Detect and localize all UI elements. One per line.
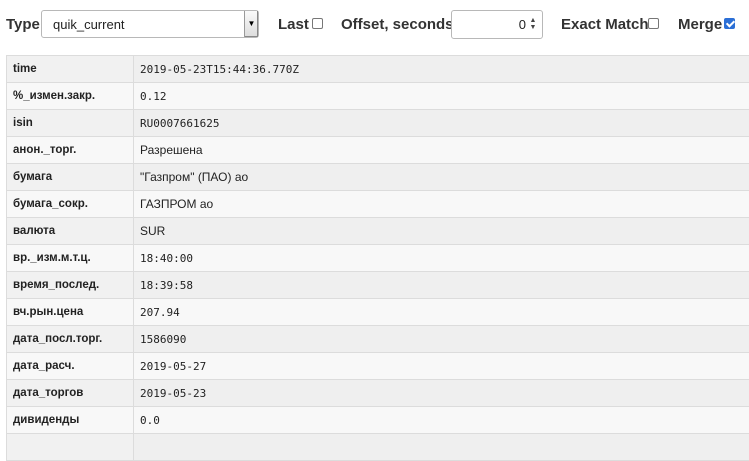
merge-checkbox[interactable] [724, 18, 735, 29]
row-key: дивиденды [7, 407, 134, 434]
type-select[interactable]: quik_current ▼ [41, 10, 259, 38]
row-value: ГАЗПРОМ ао [134, 191, 749, 218]
row-value: 207.94 [134, 299, 749, 326]
table-row: дивиденды0.0 [7, 407, 749, 434]
type-label: Type [6, 16, 40, 33]
row-key: валюта [7, 218, 134, 245]
row-value: 18:39:58 [134, 272, 749, 299]
row-key: вч.рын.цена [7, 299, 134, 326]
table-row: валютаSUR [7, 218, 749, 245]
row-key: дата_посл.торг. [7, 326, 134, 353]
row-value: 0.12 [134, 83, 749, 110]
table-row: вч.рын.цена207.94 [7, 299, 749, 326]
table-row: %_измен.закр.0.12 [7, 83, 749, 110]
row-key: %_измен.закр. [7, 83, 134, 110]
row-key: анон._торг. [7, 137, 134, 164]
table-row: вр._изм.м.т.ц.18:40:00 [7, 245, 749, 272]
row-key: дата_расч. [7, 353, 134, 380]
spinner-icon[interactable]: ▲▼ [529, 17, 537, 32]
row-value: SUR [134, 218, 749, 245]
merge-label: Merge [678, 16, 722, 33]
exact-match-label: Exact Match [561, 16, 649, 33]
toolbar: Type quik_current ▼ Last Offset, seconds… [0, 0, 749, 50]
table-row: дата_расч.2019-05-27 [7, 353, 749, 380]
row-value: 18:40:00 [134, 245, 749, 272]
table-row: time2019-05-23T15:44:36.770Z [7, 56, 749, 83]
exact-match-checkbox[interactable] [648, 18, 659, 29]
type-select-value: quik_current [53, 17, 125, 32]
row-key: time [7, 56, 134, 83]
row-value: 0.0 [134, 407, 749, 434]
offset-value: 0 [519, 17, 526, 32]
table-row: бумага_сокр.ГАЗПРОМ ао [7, 191, 749, 218]
table-row [7, 434, 749, 461]
row-key: бумага_сокр. [7, 191, 134, 218]
offset-input[interactable]: 0 ▲▼ [451, 10, 543, 39]
row-key: время_послед. [7, 272, 134, 299]
table-row: анон._торг.Разрешена [7, 137, 749, 164]
row-value: "Газпром" (ПАО) ао [134, 164, 749, 191]
row-value: RU0007661625 [134, 110, 749, 137]
data-table: time2019-05-23T15:44:36.770Z%_измен.закр… [6, 55, 749, 461]
row-key: бумага [7, 164, 134, 191]
table-row: время_послед.18:39:58 [7, 272, 749, 299]
row-key: дата_торгов [7, 380, 134, 407]
table-row: бумага"Газпром" (ПАО) ао [7, 164, 749, 191]
row-key [7, 434, 134, 461]
table-row: дата_посл.торг.1586090 [7, 326, 749, 353]
row-value: 1586090 [134, 326, 749, 353]
row-value: 2019-05-27 [134, 353, 749, 380]
row-value: 2019-05-23 [134, 380, 749, 407]
table-row: дата_торгов2019-05-23 [7, 380, 749, 407]
offset-label: Offset, seconds [341, 16, 454, 33]
dropdown-arrow-icon[interactable]: ▼ [244, 11, 258, 37]
row-key: вр._изм.м.т.ц. [7, 245, 134, 272]
row-key: isin [7, 110, 134, 137]
last-label: Last [278, 16, 309, 33]
row-value: 2019-05-23T15:44:36.770Z [134, 56, 749, 83]
row-value [134, 434, 749, 461]
table-row: isinRU0007661625 [7, 110, 749, 137]
last-checkbox[interactable] [312, 18, 323, 29]
row-value: Разрешена [134, 137, 749, 164]
